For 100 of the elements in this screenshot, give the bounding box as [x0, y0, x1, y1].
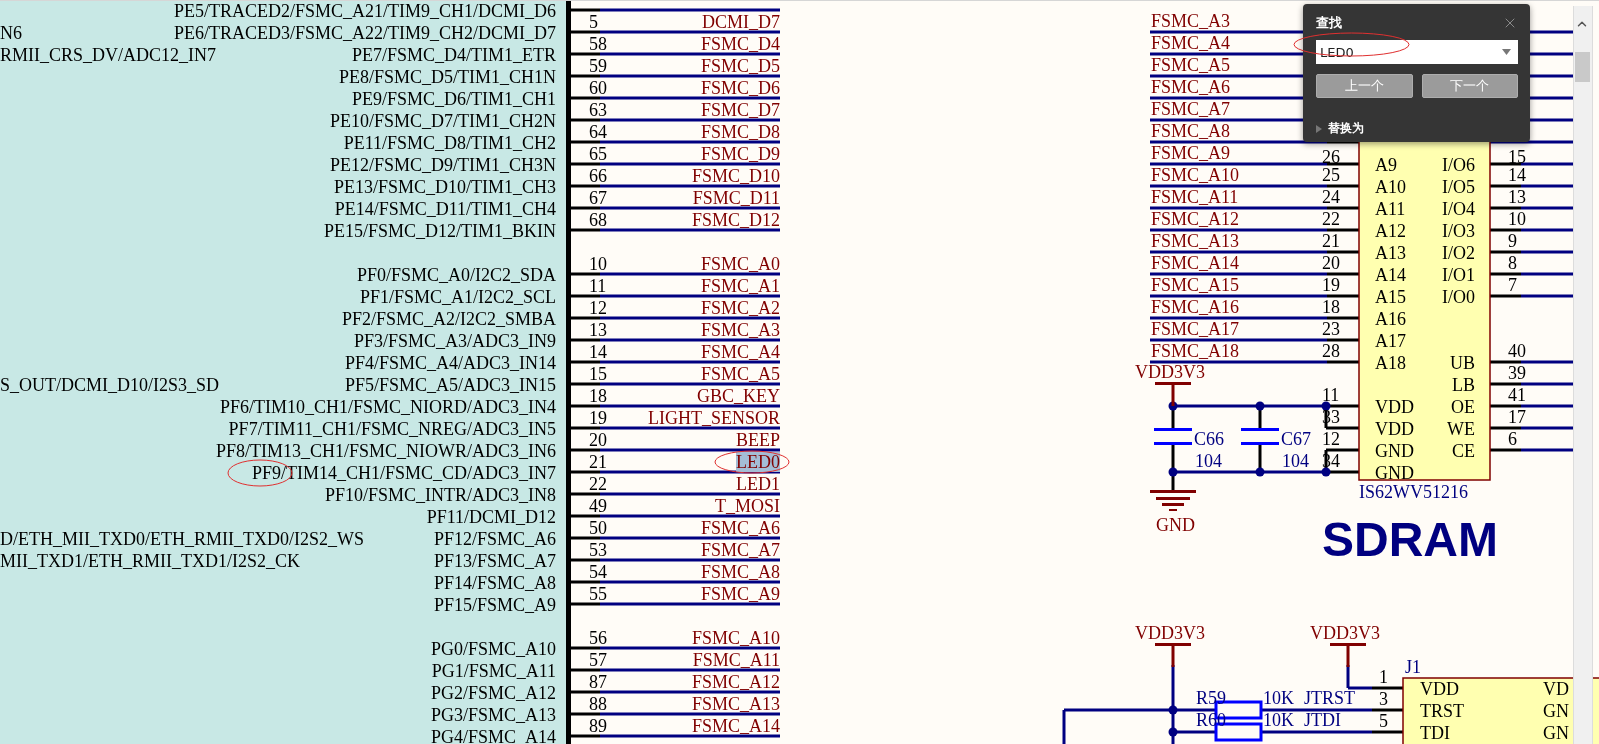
net-label: FSMC_A3 [1151, 11, 1231, 31]
dialog-title: 查找 [1316, 14, 1342, 32]
net-label: FSMC_A2 [700, 298, 780, 318]
pin-number: 24 [1322, 187, 1340, 207]
pin-number: 60 [589, 78, 607, 98]
pin-number: 12 [1322, 429, 1340, 449]
net-label: FSMC_A11 [1151, 187, 1239, 207]
net-label: FSMC_A3 [700, 320, 780, 340]
pin-function-label: PF14/FSMC_A8 [433, 573, 556, 593]
pin-name: OE [1451, 397, 1475, 417]
net-label: FSMC_A4 [700, 342, 780, 362]
net-label: FSMC_A0 [700, 254, 780, 274]
pin-function-label: RMII_CRS_DV/ADC12_IN7 [0, 45, 217, 65]
net-label: FSMC_A17 [1151, 319, 1240, 339]
pin-number: 41 [1508, 385, 1526, 405]
component-value: 10K [1263, 710, 1294, 730]
net-label: FSMC_A14 [691, 716, 780, 736]
net-label: FSMC_D10 [691, 166, 780, 186]
pin-number: 14 [589, 342, 607, 362]
power-symbol [1155, 382, 1191, 406]
pin-name: A13 [1375, 243, 1406, 263]
pin-number: 22 [589, 474, 607, 494]
net-label: FSMC_A9 [700, 584, 780, 604]
net-label: FSMC_A4 [1151, 33, 1231, 53]
pin-function-label: PF11/DCMI_D12 [426, 507, 556, 527]
net-label: FSMC_A14 [1151, 253, 1240, 273]
scroll-thumb[interactable] [1575, 52, 1590, 82]
pin-number: 13 [589, 320, 607, 340]
pin-name: A18 [1375, 353, 1406, 373]
net-label: FSMC_A18 [1151, 341, 1240, 361]
pin-name: LB [1452, 375, 1475, 395]
pin-number: 56 [589, 628, 607, 648]
pin-name: I/O4 [1442, 199, 1475, 219]
pin-function-label: PE14/FSMC_D11/TIM1_CH4 [334, 199, 556, 219]
pin-name: A9 [1375, 155, 1397, 175]
pin-name: GN [1543, 701, 1569, 721]
pin-name: A10 [1375, 177, 1406, 197]
net-label: FSMC_A11 [692, 650, 780, 670]
pin-number: 13 [1508, 187, 1526, 207]
pin-function-label: PF1/FSMC_A1/I2C2_SCL [359, 287, 556, 307]
pin-function-label: S_OUT/DCMI_D10/I2S3_SD [0, 375, 220, 395]
pin-name: UB [1450, 353, 1475, 373]
net-label: FSMC_A5 [700, 364, 780, 384]
net-label: FSMC_D8 [700, 122, 780, 142]
net-label: FSMC_D9 [700, 144, 780, 164]
pin-name: VD [1543, 679, 1569, 699]
pin-number: 64 [589, 122, 607, 142]
pin-number: 19 [589, 408, 607, 428]
pin-function-label: PE5/TRACED2/FSMC_A21/TIM9_CH1/DCMI_D6 [173, 1, 556, 21]
net-label: FSMC_A6 [700, 518, 780, 538]
pin-function-label: PE7/FSMC_D4/TIM1_ETR [351, 45, 556, 65]
ground-symbol [1150, 490, 1196, 511]
pin-name: I/O2 [1442, 243, 1475, 263]
net-label: JTDI [1304, 710, 1341, 730]
replace-label[interactable]: 替换为 [1328, 120, 1364, 137]
pin-number: 5 [589, 12, 598, 32]
pin-function-label: PF15/FSMC_A9 [433, 595, 556, 615]
power-label: VDD3V3 [1310, 623, 1380, 643]
pin-number: 17 [1508, 407, 1526, 427]
pin-function-label: PF8/TIM13_CH1/FSMC_NIOWR/ADC3_IN6 [215, 441, 556, 461]
pin-function-label: PF7/TIM11_CH1/FSMC_NREG/ADC3_IN5 [228, 419, 556, 439]
net-label: FSMC_A1 [700, 276, 780, 296]
pin-number: 87 [589, 672, 607, 692]
component-reference: C66 [1194, 429, 1224, 449]
pin-number: 58 [589, 34, 607, 54]
pin-name: I/O1 [1442, 265, 1475, 285]
net-label: FSMC_D11 [692, 188, 780, 208]
pin-number: 53 [589, 540, 607, 560]
pin-name: TRST [1420, 701, 1464, 721]
pin-number: 88 [589, 694, 607, 714]
pin-name: A15 [1375, 287, 1406, 307]
pin-function-label: PF9/TIM14_CH1/FSMC_CD/ADC3_IN7 [251, 463, 556, 483]
dropdown-caret-icon[interactable] [1502, 49, 1511, 55]
pin-number: 67 [589, 188, 607, 208]
net-label: FSMC_A7 [700, 540, 780, 560]
pin-name: VDD [1375, 419, 1414, 439]
pin-function-label: PF2/FSMC_A2/I2C2_SMBA [341, 309, 556, 329]
component-reference: R60 [1196, 710, 1226, 730]
net-label: FSMC_A7 [1151, 99, 1231, 119]
pin-number: 7 [1508, 275, 1517, 295]
pin-function-label: PF0/FSMC_A0/I2C2_SDA [356, 265, 556, 285]
scrollbar[interactable] [1573, 6, 1593, 744]
pin-number: 55 [589, 584, 607, 604]
component-reference: C67 [1281, 429, 1311, 449]
pin-number: 10 [1508, 209, 1526, 229]
collapsed-caret-icon[interactable] [1316, 124, 1322, 133]
pin-number: 21 [1322, 231, 1340, 251]
power-label: VDD3V3 [1135, 362, 1205, 382]
pin-number: 8 [1508, 253, 1517, 273]
pin-number: 10 [589, 254, 607, 274]
net-label: BEEP [736, 430, 780, 450]
pin-number: 22 [1322, 209, 1340, 229]
pin-name: A16 [1375, 309, 1406, 329]
pin-name: CE [1452, 441, 1475, 461]
net-label: FSMC_A6 [1151, 77, 1231, 97]
pin-number: 12 [589, 298, 607, 318]
pin-function-label: PE15/FSMC_D12/TIM1_BKIN [323, 221, 556, 241]
pin-name: I/O6 [1442, 155, 1475, 175]
net-label: FSMC_D6 [700, 78, 780, 98]
net-label: LIGHT_SENSOR [648, 408, 780, 428]
